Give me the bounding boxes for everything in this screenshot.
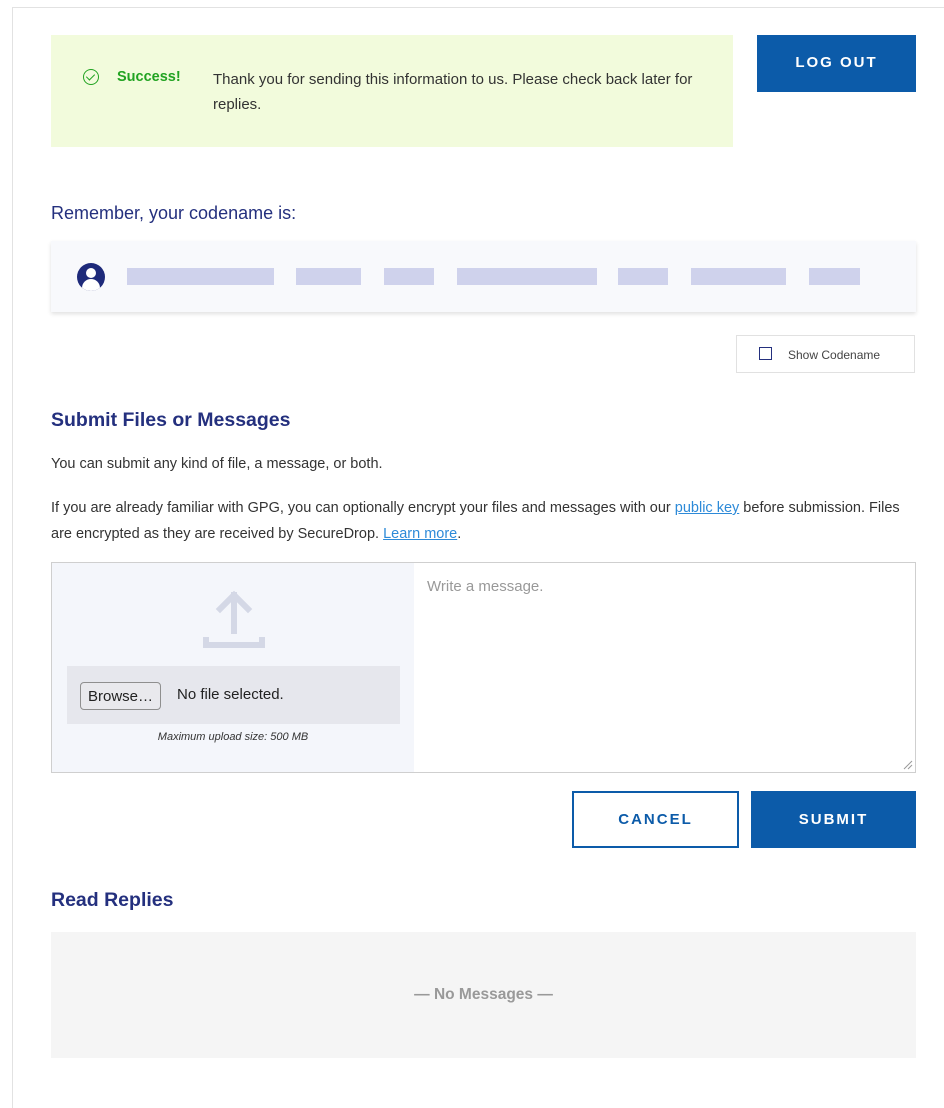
message-textarea[interactable]: Write a message. xyxy=(414,563,915,772)
show-codename-toggle[interactable]: Show Codename xyxy=(736,335,915,373)
public-key-link[interactable]: public key xyxy=(675,500,739,516)
gpg-paragraph: If you are already familiar with GPG, yo… xyxy=(51,495,921,547)
cancel-button[interactable]: CANCEL xyxy=(572,791,739,848)
user-icon xyxy=(77,263,105,291)
flash-title: Success! xyxy=(117,69,181,85)
replies-box: — No Messages — xyxy=(51,932,916,1058)
no-messages-text: — No Messages — xyxy=(414,986,553,1003)
codename-word-mask xyxy=(457,268,597,285)
submit-intro: You can submit any kind of file, a messa… xyxy=(51,456,383,472)
max-upload-size: Maximum upload size: 500 MB xyxy=(157,731,309,743)
show-codename-label: Show Codename xyxy=(788,348,881,362)
learn-more-link[interactable]: Learn more xyxy=(383,526,457,542)
logout-button[interactable]: LOG OUT xyxy=(757,35,916,92)
submission-form: Browse… No file selected. Maximum upload… xyxy=(51,562,916,773)
gpg-text: If you are already familiar with GPG, yo… xyxy=(51,500,675,516)
file-status: No file selected. xyxy=(177,686,284,703)
submit-heading: Submit Files or Messages xyxy=(51,409,291,431)
flash-message: Thank you for sending this information t… xyxy=(213,71,693,113)
gpg-text: . xyxy=(457,526,462,542)
message-placeholder: Write a message. xyxy=(427,578,544,595)
replies-heading: Read Replies xyxy=(51,889,174,911)
upload-icon xyxy=(203,590,265,648)
file-upload-area[interactable]: Browse… No file selected. Maximum upload… xyxy=(52,563,414,772)
codename-word-mask xyxy=(127,268,274,285)
success-flash: Success! Thank you for sending this info… xyxy=(51,35,733,147)
codename-word-mask xyxy=(384,268,434,285)
check-circle-icon xyxy=(83,69,99,85)
show-codename-checkbox[interactable] xyxy=(759,347,772,360)
codename-word-mask xyxy=(618,268,668,285)
browse-button[interactable]: Browse… xyxy=(80,682,162,710)
file-input-row: Browse… No file selected. xyxy=(67,666,400,724)
codename-word-mask xyxy=(809,268,860,285)
codename-box xyxy=(51,241,916,312)
codename-heading: Remember, your codename is: xyxy=(51,203,297,223)
codename-word-mask xyxy=(691,268,786,285)
codename-word-mask xyxy=(296,268,361,285)
resize-handle-icon[interactable] xyxy=(903,760,913,770)
submit-button[interactable]: SUBMIT xyxy=(751,791,916,848)
